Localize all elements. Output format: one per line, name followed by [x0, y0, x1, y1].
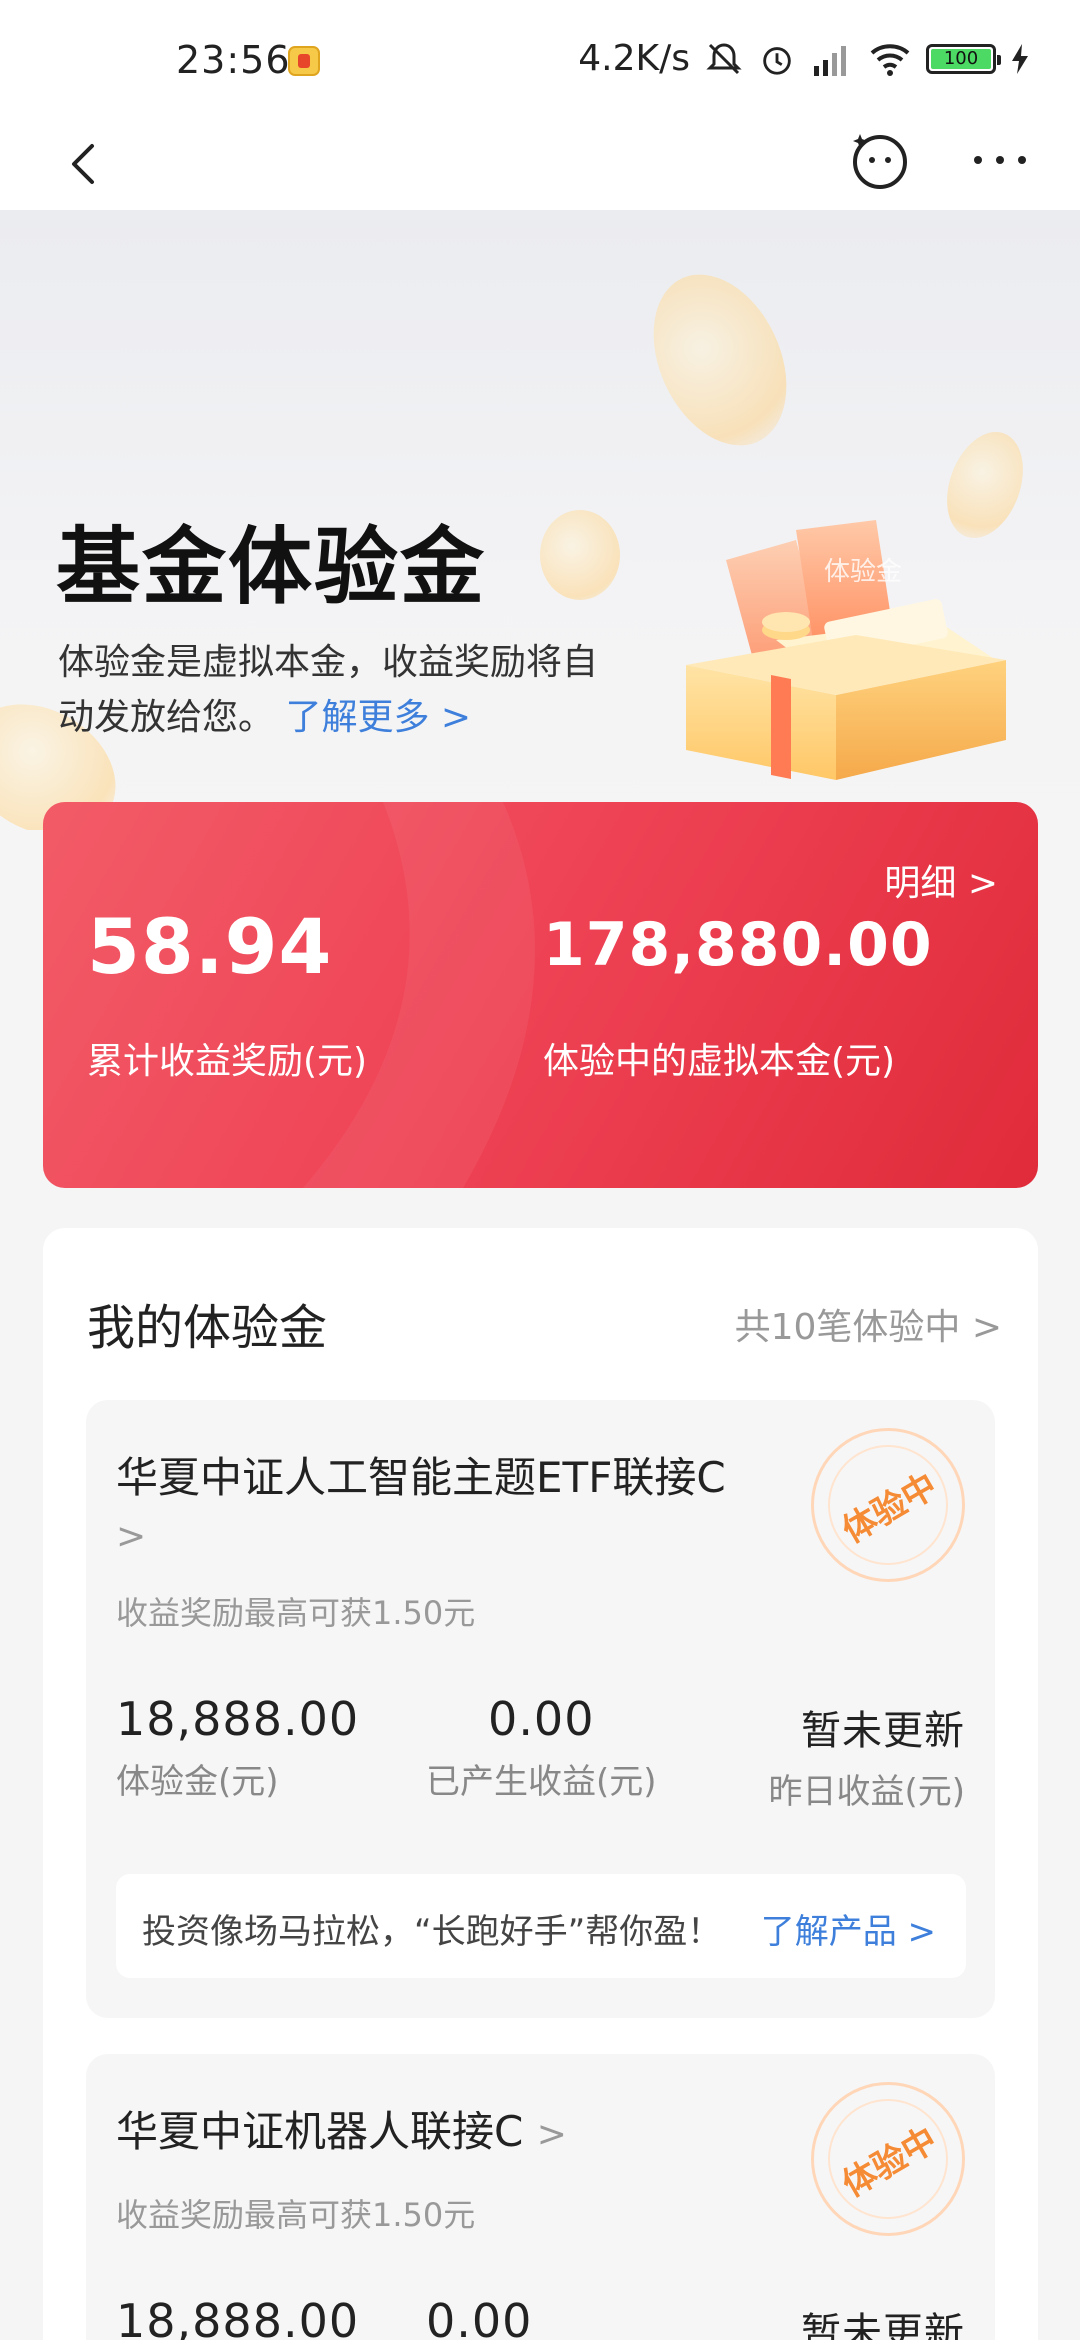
coin-decoration [627, 253, 813, 467]
status-bar: 23:56 4.2K/s 100 [0, 0, 1080, 120]
fund-reward-note: 收益奖励最高可获1.50元 [116, 1594, 476, 1632]
principal-value: 178,880.00 [543, 910, 933, 980]
earned-value: 0.00 [488, 1692, 595, 1746]
learn-more-link[interactable]: 了解更多 > [285, 697, 471, 738]
yesterday-value: 暂未更新 [801, 1708, 965, 1754]
gift-box-illustration: 体验金 [686, 520, 1006, 780]
coupon-label: 体验金 [824, 557, 902, 587]
fund-card[interactable]: 华夏中证人工智能主题ETF联接C > 收益奖励最高可获1.50元 体验中 18,… [86, 1400, 995, 2018]
hero-description: 体验金是虚拟本金，收益奖励将自动发放给您。 了解更多 > [58, 635, 618, 745]
status-stamp-text: 体验中 [835, 2119, 944, 2205]
fund-name[interactable]: 华夏中证人工智能主题ETF联接C > [116, 1450, 756, 1565]
chevron-right-icon: > [536, 2114, 567, 2155]
charging-icon [1012, 43, 1028, 74]
metric-earned: 0.00 [426, 2294, 532, 2340]
promo-banner[interactable]: 投资像场马拉松，“长跑好手”帮你盈！ 了解产品 > [116, 1874, 966, 1978]
mute-icon [706, 42, 742, 74]
status-stamp: 体验中 [811, 2082, 965, 2236]
total-reward-label: 累计收益奖励(元) [87, 1041, 368, 1082]
yesterday-value: 暂未更新 [801, 2310, 965, 2340]
status-right: 4.2K/s 100 [578, 38, 1030, 79]
signal-icon [814, 45, 846, 76]
amount-value: 18,888.00 [116, 1692, 360, 1746]
wifi-icon [870, 43, 910, 76]
battery-level: 100 [931, 48, 991, 69]
fund-name-text: 华夏中证人工智能主题ETF联接C [116, 1453, 726, 1502]
promo-text: 投资像场马拉松，“长跑好手”帮你盈！ [142, 1912, 722, 1952]
alarm-icon [763, 46, 791, 75]
coin-decoration [540, 510, 620, 600]
fund-card[interactable]: 华夏中证机器人联接C > 收益奖励最高可获1.50元 体验中 18,888.00… [86, 2054, 995, 2340]
net-speed: 4.2K/s [578, 38, 690, 79]
status-time: 23:56 [176, 38, 291, 82]
learn-product-link[interactable]: 了解产品 > [761, 1904, 936, 1953]
metric-yesterday: 暂未更新 昨日收益(元) [768, 1692, 965, 1813]
earned-value: 0.00 [426, 2294, 533, 2340]
metric-yesterday: 暂未更新 [801, 2294, 965, 2340]
all-funds-link[interactable]: 共10笔体验中 > [735, 1298, 1002, 1350]
status-stamp-text: 体验中 [835, 1465, 944, 1551]
yesterday-label: 昨日收益(元) [768, 1772, 965, 1812]
section-title: 我的体验金 [87, 1300, 328, 1356]
earned-label: 已产生收益(元) [426, 1762, 657, 1802]
my-experience-section: 我的体验金 共10笔体验中 > 华夏中证人工智能主题ETF联接C > 收益奖励最… [43, 1228, 1038, 2340]
detail-link[interactable]: 明细 > [884, 854, 998, 906]
metric-amount: 18,888.00 体验金(元) [116, 1692, 359, 1803]
app-notification-icon [288, 46, 320, 76]
status-stamp: 体验中 [811, 1428, 965, 1582]
total-reward-value: 58.94 [87, 902, 333, 991]
battery-icon: 100 [926, 43, 1001, 74]
summary-card: 明细 > 58.94 178,880.00 累计收益奖励(元) 体验中的虚拟本金… [43, 802, 1038, 1188]
more-icon[interactable] [970, 138, 1030, 182]
fund-reward-note: 收益奖励最高可获1.50元 [116, 2196, 476, 2234]
fund-name[interactable]: 华夏中证机器人联接C > [116, 2104, 567, 2163]
metric-amount: 18,888.00 [116, 2294, 359, 2340]
page-title: 基金体验金 [56, 518, 487, 616]
hero-banner: 体验金 基金体验金 体验金是虚拟本金，收益奖励将自动发放给您。 了解更多 > [0, 210, 1080, 830]
nav-bar [0, 120, 1080, 210]
chevron-right-icon: > [116, 1516, 147, 1557]
amount-value: 18,888.00 [116, 2294, 360, 2340]
principal-label: 体验中的虚拟本金(元) [543, 1041, 896, 1082]
metric-earned: 0.00 已产生收益(元) [426, 1692, 657, 1803]
fund-name-text: 华夏中证机器人联接C [116, 2107, 524, 2156]
amount-label: 体验金(元) [116, 1762, 279, 1802]
face-assistant-icon[interactable] [848, 128, 912, 192]
back-arrow-icon[interactable] [56, 134, 116, 194]
